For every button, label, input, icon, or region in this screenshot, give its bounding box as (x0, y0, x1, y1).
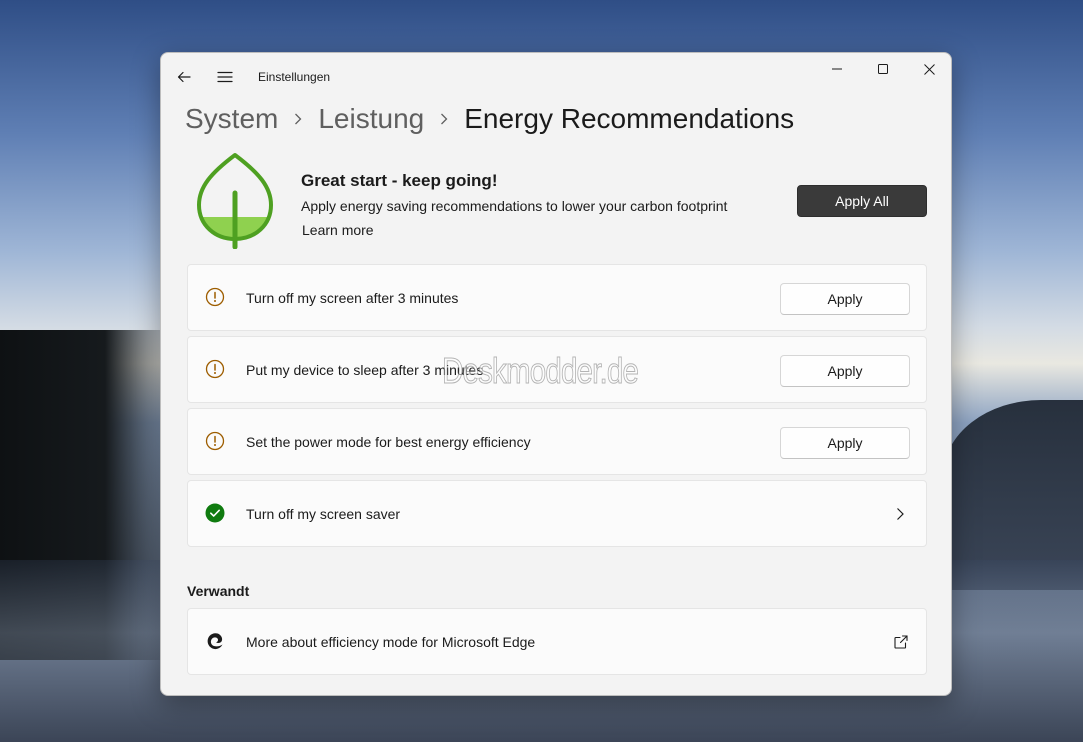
checkmark-circle-icon (205, 503, 225, 523)
related-item-label: More about efficiency mode for Microsoft… (246, 634, 536, 650)
warning-circle-icon (205, 287, 225, 307)
apply-button[interactable]: Apply (780, 283, 910, 315)
related-section-title: Verwandt (187, 583, 250, 599)
settings-window: Einstellungen System Leistung Energy Rec… (160, 52, 952, 696)
chevron-right-icon (897, 508, 904, 520)
close-icon (923, 63, 935, 75)
close-button[interactable] (906, 53, 951, 85)
minimize-icon (832, 68, 842, 70)
app-title: Einstellungen (258, 70, 331, 84)
page-title: Energy Recommendations (464, 103, 795, 134)
recommendation-card[interactable]: Turn off my screen saver (187, 480, 927, 547)
breadcrumb-item-leistung[interactable]: Leistung (318, 103, 424, 135)
related-item-edge[interactable]: More about efficiency mode for Microsoft… (187, 608, 927, 675)
recommendation-label: Turn off my screen saver (246, 506, 401, 522)
title-bar: Einstellungen (161, 53, 951, 101)
apply-button[interactable]: Apply (780, 427, 910, 459)
maximize-button[interactable] (860, 53, 906, 85)
apply-all-button[interactable]: Apply All (797, 185, 927, 217)
maximize-icon (878, 64, 888, 74)
hero-subtitle: Apply energy saving recommendations to l… (301, 198, 728, 214)
breadcrumb-item-system[interactable]: System (185, 103, 278, 135)
breadcrumb: System Leistung Energy Recommendations (185, 99, 794, 139)
apply-button[interactable]: Apply (780, 355, 910, 387)
energy-hero: Great start - keep going! Apply energy s… (187, 149, 927, 253)
chevron-right-icon (294, 113, 302, 125)
leaf-icon (197, 153, 273, 249)
back-button[interactable] (169, 63, 199, 91)
menu-button[interactable] (210, 63, 240, 91)
recommendation-label: Set the power mode for best energy effic… (246, 434, 531, 450)
recommendation-card: Turn off my screen after 3 minutes Apply (187, 264, 927, 331)
back-arrow-icon (177, 71, 191, 83)
recommendation-card: Set the power mode for best energy effic… (187, 408, 927, 475)
warning-circle-icon (205, 359, 225, 379)
hamburger-icon (217, 71, 233, 83)
external-link-icon (894, 635, 908, 649)
recommendation-card: Put my device to sleep after 3 minutes A… (187, 336, 927, 403)
chevron-right-icon (440, 113, 448, 125)
recommendation-label: Put my device to sleep after 3 minutes (246, 362, 484, 378)
recommendation-label: Turn off my screen after 3 minutes (246, 290, 459, 306)
minimize-button[interactable] (814, 53, 860, 85)
warning-circle-icon (205, 431, 225, 451)
hero-title: Great start - keep going! (301, 171, 498, 190)
edge-icon (207, 633, 223, 650)
learn-more-link[interactable]: Learn more (302, 222, 374, 238)
